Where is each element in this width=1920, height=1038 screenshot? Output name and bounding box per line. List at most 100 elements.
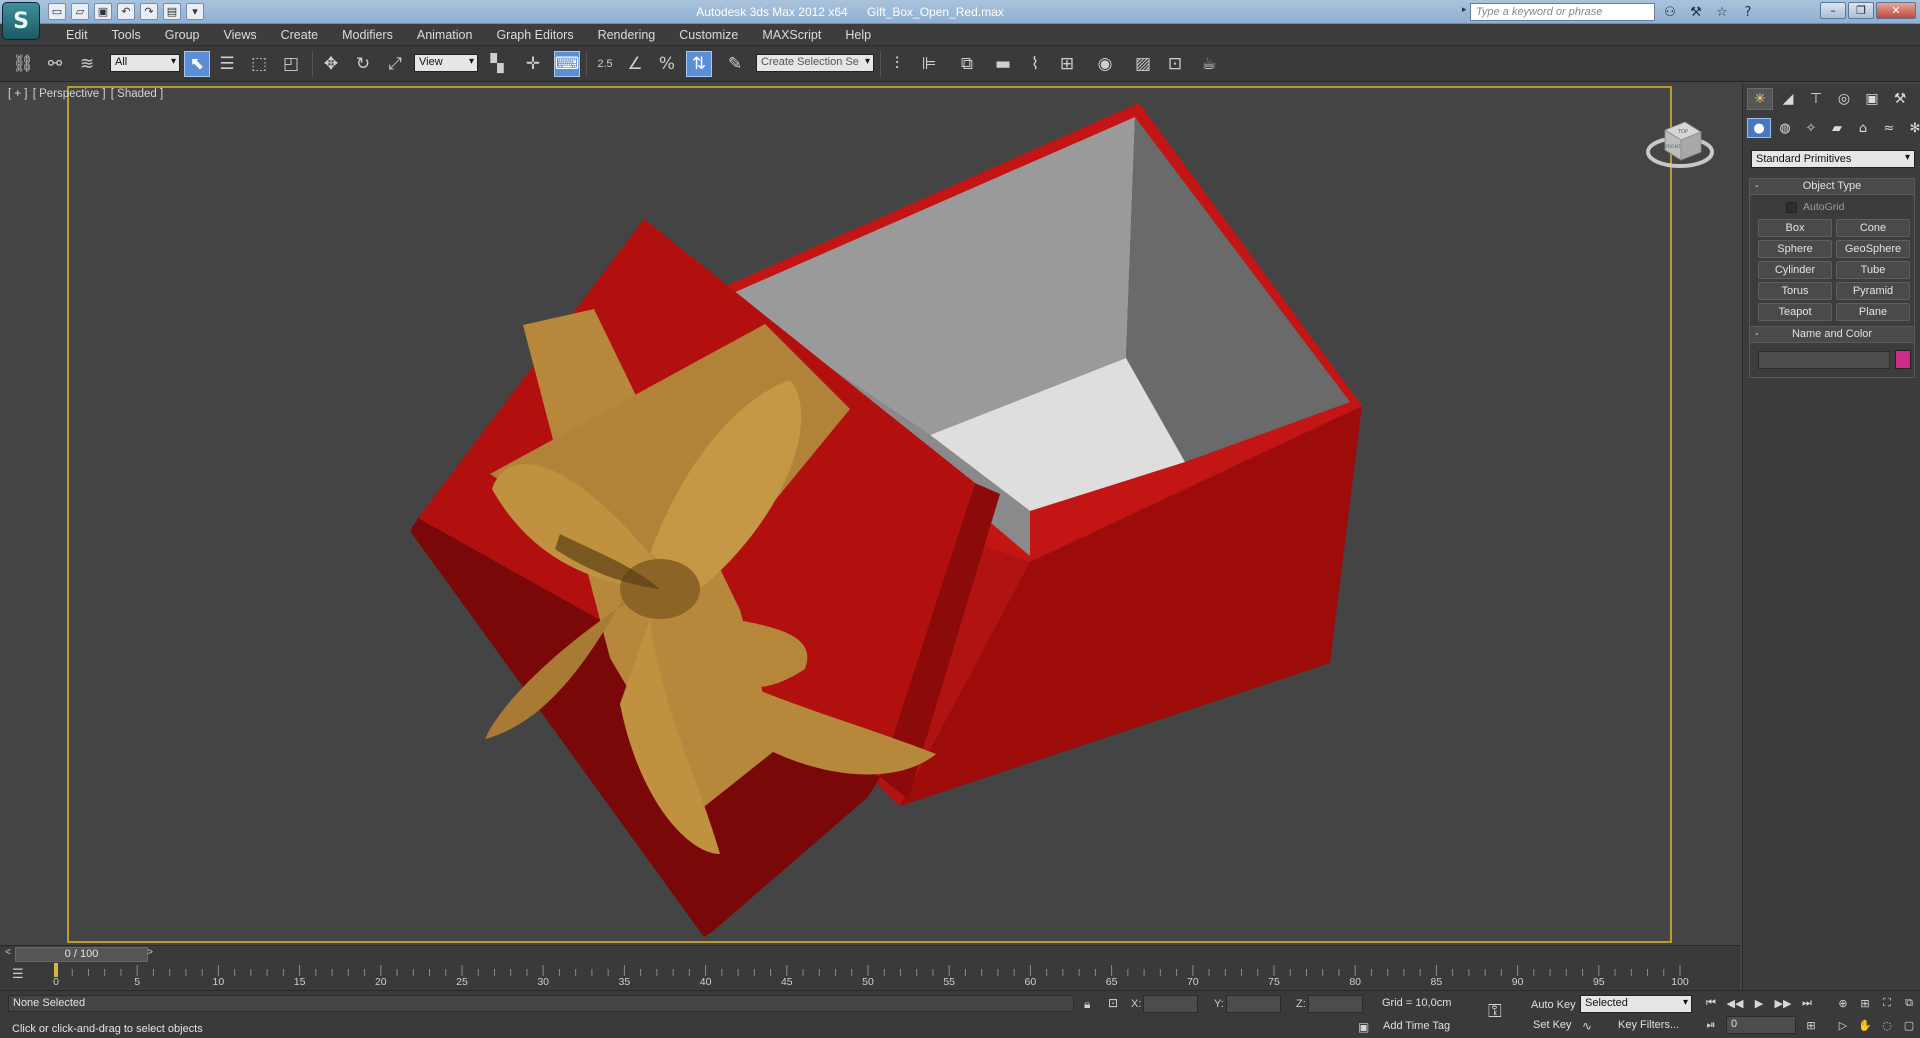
new-file-icon[interactable]: ▭ — [48, 3, 66, 20]
search-expand-icon[interactable]: ▸ — [1462, 4, 1470, 20]
select-and-scale-icon[interactable]: ⤢ — [382, 51, 408, 77]
viewcube[interactable]: TOP FRONT — [1643, 112, 1718, 177]
application-button[interactable]: S — [2, 2, 40, 40]
object-type-header[interactable]: - Object Type — [1750, 179, 1914, 195]
select-and-move-icon[interactable]: ✥ — [318, 51, 344, 77]
render-setup-icon[interactable]: ▨ — [1130, 51, 1156, 77]
undo-icon[interactable]: ↶ — [117, 3, 135, 20]
set-key-button[interactable]: Set Key — [1530, 1017, 1575, 1035]
help-icon[interactable]: ? — [1738, 3, 1758, 21]
favorites-icon[interactable]: ☆ — [1712, 3, 1732, 21]
key-mode-dropdown[interactable]: Selected — [1580, 995, 1692, 1013]
zoom-extents-icon[interactable]: ⛶ — [1876, 994, 1898, 1012]
x-coordinate-input[interactable] — [1143, 995, 1198, 1013]
close-button[interactable]: ✕ — [1876, 2, 1916, 19]
display-tab-icon[interactable]: ▣ — [1859, 88, 1885, 110]
restore-button[interactable]: ❐ — [1848, 2, 1874, 19]
menu-graph-editors[interactable]: Graph Editors — [484, 27, 585, 44]
mirror-icon[interactable]: ⫶ — [884, 51, 910, 77]
render-production-icon[interactable]: ☕ — [1196, 51, 1222, 77]
menu-edit[interactable]: Edit — [54, 27, 100, 44]
tube-button[interactable]: Tube — [1836, 261, 1910, 279]
select-and-rotate-icon[interactable]: ↻ — [350, 51, 376, 77]
menu-views[interactable]: Views — [211, 27, 268, 44]
current-frame-input[interactable]: 0 — [1726, 1016, 1796, 1034]
menu-customize[interactable]: Customize — [667, 27, 750, 44]
named-selection-set-dropdown[interactable]: Create Selection Se — [756, 54, 874, 72]
window-crossing-icon[interactable]: ◰ — [278, 51, 304, 77]
material-editor-icon[interactable]: ◉ — [1092, 51, 1118, 77]
modify-tab-icon[interactable]: ◢ — [1775, 88, 1801, 110]
zoom-extents-all-icon[interactable]: ⧉ — [1898, 994, 1920, 1012]
time-slider-thumb[interactable]: 0 / 100 — [15, 947, 148, 962]
keyboard-shortcut-override-icon[interactable]: ⌨ — [554, 51, 580, 77]
project-folder-icon[interactable]: ▤ — [163, 3, 181, 20]
selection-lock-icon[interactable]: 🔒︎ — [1084, 997, 1090, 1012]
previous-frame-icon[interactable]: < — [2, 947, 14, 962]
systems-icon[interactable]: ✻ — [1903, 118, 1920, 138]
menu-create[interactable]: Create — [269, 27, 331, 44]
select-by-name-icon[interactable]: ☰ — [214, 51, 240, 77]
viewport-label[interactable]: [ + ] [ Perspective ] [ Shaded ] — [8, 88, 165, 100]
torus-button[interactable]: Torus — [1758, 282, 1832, 300]
snaps-toggle-icon[interactable]: 2.5 — [592, 51, 618, 77]
redo-icon[interactable]: ↷ — [140, 3, 158, 20]
minimize-button[interactable]: – — [1820, 2, 1846, 19]
collapse-icon[interactable]: - — [1755, 327, 1759, 342]
next-key-icon[interactable]: ▶▶ — [1772, 994, 1794, 1012]
box-button[interactable]: Box — [1758, 219, 1832, 237]
menu-animation[interactable]: Animation — [405, 27, 485, 44]
play-icon[interactable]: ▶ — [1748, 994, 1770, 1012]
rendered-frame-window-icon[interactable]: ⊡ — [1162, 51, 1188, 77]
zoom-all-icon[interactable]: ⊞ — [1854, 994, 1876, 1012]
autogrid-checkbox[interactable] — [1786, 201, 1797, 213]
object-name-input[interactable] — [1758, 351, 1890, 369]
track-bar[interactable]: ☰ 0 5 10 15 20 25 30 35 40 45 50 55 60 65 70 75 80 85 90 95… — [0, 963, 1740, 990]
z-coordinate-input[interactable] — [1308, 995, 1363, 1013]
search-input[interactable]: Type a keyword or phrase — [1470, 3, 1655, 21]
edit-named-selection-icon[interactable]: ✎ — [722, 51, 748, 77]
binoculars-icon[interactable]: ⚇ — [1660, 3, 1680, 21]
hierarchy-tab-icon[interactable]: ⊤ — [1803, 88, 1829, 110]
unlink-selection-icon[interactable]: ⚯ — [42, 51, 68, 77]
field-of-view-icon[interactable]: ▷ — [1832, 1016, 1854, 1034]
next-frame-icon[interactable]: > — [144, 947, 156, 962]
quick-access-dropdown-icon[interactable]: ▾ — [186, 3, 204, 20]
pivot-center-icon[interactable]: ▚ — [484, 51, 510, 77]
shapes-icon[interactable]: ◍ — [1773, 118, 1797, 138]
previous-key-icon[interactable]: ◀◀ — [1724, 994, 1746, 1012]
go-to-end-icon[interactable]: ⏭ — [1796, 994, 1818, 1012]
select-manipulate-icon[interactable]: ✛ — [520, 51, 546, 77]
autogrid-option[interactable]: AutoGrid — [1786, 201, 1844, 213]
menu-modifiers[interactable]: Modifiers — [330, 27, 405, 44]
cylinder-button[interactable]: Cylinder — [1758, 261, 1832, 279]
current-frame-marker[interactable] — [54, 963, 58, 977]
go-to-start-icon[interactable]: ⏮ — [1700, 994, 1722, 1012]
menu-tools[interactable]: Tools — [100, 27, 153, 44]
geosphere-button[interactable]: GeoSphere — [1836, 240, 1910, 258]
space-warps-icon[interactable]: ≈ — [1877, 118, 1901, 138]
menu-help[interactable]: Help — [833, 27, 883, 44]
cameras-icon[interactable]: ▰ — [1825, 118, 1849, 138]
layer-manager-icon[interactable]: ⧉ — [954, 51, 980, 77]
add-time-tag[interactable]: Add Time Tag — [1383, 1020, 1450, 1032]
save-file-icon[interactable]: ▣ — [94, 3, 112, 20]
bind-to-space-warp-icon[interactable]: ≋ — [74, 51, 100, 77]
collapse-icon[interactable]: - — [1755, 179, 1759, 194]
viewport-menu-label[interactable]: [ + ] — [8, 88, 28, 100]
select-and-link-icon[interactable]: ⛓ — [10, 51, 36, 77]
menu-group[interactable]: Group — [153, 27, 212, 44]
curve-editor-icon[interactable]: ⌇ — [1022, 51, 1048, 77]
time-configuration-icon[interactable]: ⊞ — [1800, 1016, 1822, 1034]
communication-center-icon[interactable]: ⚒ — [1686, 3, 1706, 21]
key-filters-button[interactable]: Key Filters... — [1615, 1017, 1682, 1035]
default-tangent-icon[interactable]: ∿ — [1582, 1019, 1592, 1033]
align-icon[interactable]: ⊫ — [916, 51, 942, 77]
orbit-icon[interactable]: ◌ — [1876, 1016, 1898, 1034]
absolute-mode-icon[interactable]: ⊡ — [1108, 996, 1118, 1010]
motion-tab-icon[interactable]: ◎ — [1831, 88, 1857, 110]
time-tag-icon[interactable]: ▣ — [1358, 1020, 1369, 1034]
maximize-viewport-icon[interactable]: ▢ — [1898, 1016, 1920, 1034]
sphere-button[interactable]: Sphere — [1758, 240, 1832, 258]
select-object-icon[interactable]: ⬉ — [184, 51, 210, 77]
